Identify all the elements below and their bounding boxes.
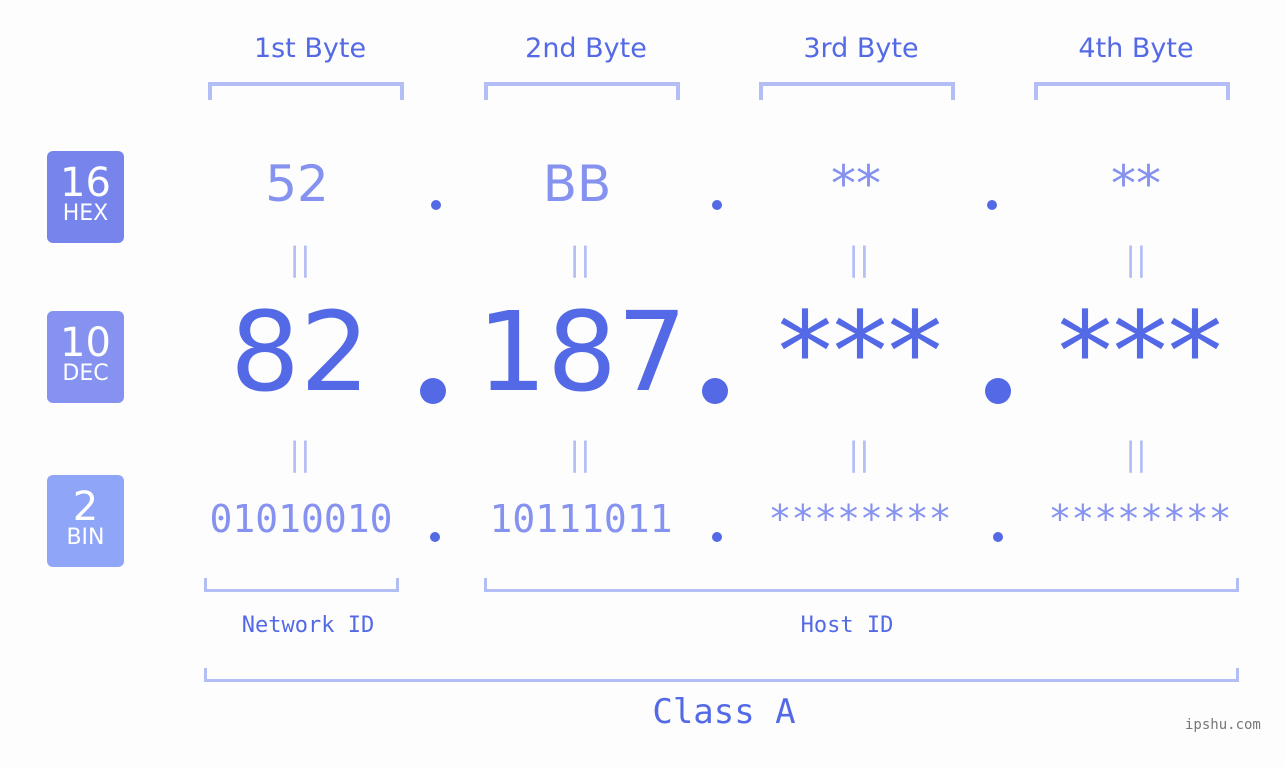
- host-id-bracket: [484, 578, 1239, 592]
- hex-byte-4: **: [1111, 155, 1161, 213]
- dec-byte-4: ***: [1057, 288, 1223, 416]
- bin-byte-3: ********: [768, 497, 952, 541]
- equals-icon: ||: [569, 435, 591, 473]
- dec-dot-2: [702, 378, 728, 404]
- class-label: Class A: [652, 692, 796, 732]
- equals-icon: ||: [848, 240, 870, 278]
- dec-dot-3: [985, 378, 1011, 404]
- equals-icon: ||: [289, 435, 311, 473]
- dec-base: 10: [60, 320, 111, 366]
- hex-base: 16: [60, 160, 111, 206]
- byte-bracket-2: [484, 82, 680, 100]
- host-id-label: Host ID: [800, 613, 894, 638]
- equals-icon: ||: [848, 435, 870, 473]
- dec-label: DEC: [62, 361, 109, 386]
- bin-dot-2: [712, 532, 722, 542]
- equals-icon: ||: [1125, 435, 1147, 473]
- hex-dot-1: [431, 200, 441, 210]
- hex-byte-2: BB: [542, 155, 612, 213]
- byte-bracket-3: [759, 82, 955, 100]
- equals-icon: ||: [1125, 240, 1147, 278]
- bin-label: BIN: [66, 525, 105, 550]
- network-id-bracket: [204, 578, 399, 592]
- network-id-label: Network ID: [241, 613, 375, 638]
- bin-byte-4: ********: [1048, 497, 1232, 541]
- dec-byte-3: ***: [777, 288, 943, 416]
- equals-icon: ||: [569, 240, 591, 278]
- hex-dot-3: [987, 200, 997, 210]
- bin-dot-1: [430, 532, 440, 542]
- bin-dot-3: [993, 532, 1003, 542]
- byte-header-1: 1st Byte: [253, 33, 367, 64]
- bin-byte-2: 10111011: [489, 497, 673, 541]
- hex-byte-3: **: [831, 155, 881, 213]
- bin-byte-1: 01010010: [209, 497, 393, 541]
- dec-byte-2: 187: [477, 288, 687, 416]
- bin-badge: 2 BIN: [47, 475, 124, 567]
- byte-bracket-4: [1034, 82, 1230, 100]
- class-bracket: [204, 668, 1239, 682]
- dec-badge: 10 DEC: [47, 311, 124, 403]
- hex-badge: 16 HEX: [47, 151, 124, 243]
- equals-icon: ||: [289, 240, 311, 278]
- byte-bracket-1: [208, 82, 404, 100]
- hex-dot-2: [712, 200, 722, 210]
- byte-header-2: 2nd Byte: [525, 33, 647, 64]
- watermark: ipshu.com: [1185, 717, 1261, 733]
- byte-header-4: 4th Byte: [1078, 33, 1194, 64]
- byte-header-3: 3rd Byte: [803, 33, 919, 64]
- bin-base: 2: [72, 484, 99, 530]
- dec-byte-1: 82: [230, 288, 370, 416]
- dec-dot-1: [420, 378, 446, 404]
- hex-label: HEX: [62, 201, 109, 226]
- hex-byte-1: 52: [265, 155, 329, 213]
